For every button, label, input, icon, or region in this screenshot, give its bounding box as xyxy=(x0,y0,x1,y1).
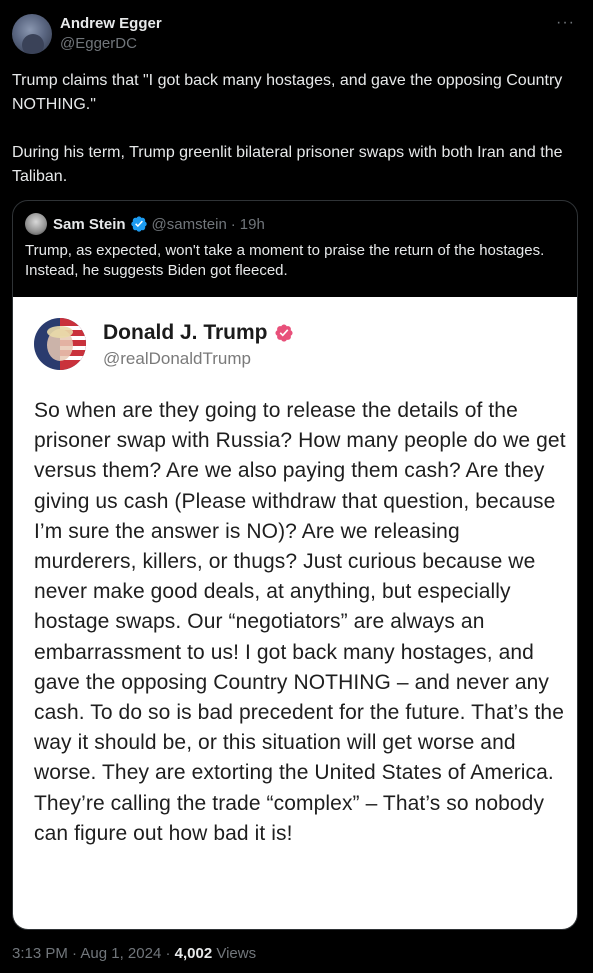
tweet-time[interactable]: 3:13 PM xyxy=(12,945,68,962)
truth-verified-icon xyxy=(274,324,293,342)
quoted-author-name: Sam Stein xyxy=(53,215,126,233)
verified-icon xyxy=(130,216,147,232)
separator-dot: · xyxy=(165,945,171,962)
truth-author-handle: @realDonaldTrump xyxy=(103,349,251,368)
author-avatar[interactable] xyxy=(12,14,52,54)
quoted-avatar xyxy=(25,213,47,235)
quoted-tweet-text: Trump, as expected, won't take a moment … xyxy=(25,242,545,279)
trump-avatar-image xyxy=(34,318,86,370)
quoted-tweet[interactable]: Sam Stein @samstein · 19h Trump, as expe… xyxy=(12,200,578,930)
tweet-text: Trump claims that "I got back many hosta… xyxy=(12,69,572,189)
author-handle[interactable]: @EggerDC xyxy=(60,35,137,52)
more-icon[interactable]: ··· xyxy=(556,14,575,32)
separator-dot: · xyxy=(230,215,236,233)
tweet-paragraph: During his term, Trump greenlit bilatera… xyxy=(12,144,563,185)
tweet-metadata: 3:13 PM · Aug 1, 2024 · 4,002 Views xyxy=(12,945,256,962)
author-name[interactable]: Andrew Egger xyxy=(60,15,162,32)
separator-dot: · xyxy=(72,945,78,962)
views-count: 4,002 xyxy=(174,945,213,962)
tweet-paragraph: Trump claims that "I got back many hosta… xyxy=(12,72,563,113)
truth-post-body: So when are they going to release the de… xyxy=(34,399,566,845)
truth-social-screenshot[interactable]: Donald J. Trump @realDonaldTrump So when… xyxy=(13,297,577,929)
trump-avatar xyxy=(34,318,86,370)
quoted-timestamp: 19h xyxy=(239,215,265,233)
quoted-tweet-header: Sam Stein @samstein · 19h xyxy=(25,213,265,235)
truth-author-name-text: Donald J. Trump xyxy=(103,321,268,344)
quoted-author-handle: @samstein xyxy=(151,215,227,233)
truth-author-name: Donald J. Trump xyxy=(103,321,294,345)
tweet-header: Andrew Egger @EggerDC ··· xyxy=(12,12,581,56)
views-label: Views xyxy=(216,945,257,962)
tweet-date[interactable]: Aug 1, 2024 xyxy=(80,945,161,962)
